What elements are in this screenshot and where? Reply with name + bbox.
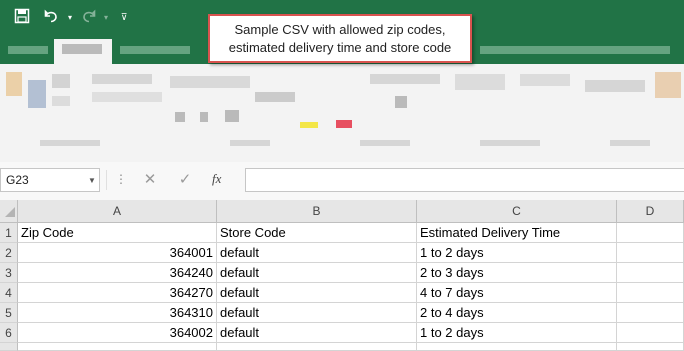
blurred-group-label bbox=[360, 140, 410, 146]
cell-c5[interactable]: 2 to 4 days bbox=[417, 303, 617, 323]
blurred-icon bbox=[52, 96, 70, 106]
blurred-icon bbox=[395, 96, 407, 108]
cell-d6[interactable] bbox=[617, 323, 684, 343]
divider bbox=[106, 170, 107, 190]
blurred-icon bbox=[336, 120, 352, 128]
column-header-b[interactable]: B bbox=[217, 200, 417, 223]
cell-c6[interactable]: 1 to 2 days bbox=[417, 323, 617, 343]
cell-b2[interactable]: default bbox=[217, 243, 417, 263]
cell-b6[interactable]: default bbox=[217, 323, 417, 343]
callout-line-2: estimated delivery time and store code bbox=[228, 40, 452, 55]
row-header[interactable]: 1 bbox=[0, 223, 18, 243]
blurred-icon bbox=[300, 122, 318, 128]
blurred-icon bbox=[370, 74, 440, 84]
blurred-icon bbox=[655, 72, 681, 98]
blurred-icon bbox=[52, 74, 70, 88]
row-header[interactable]: 6 bbox=[0, 323, 18, 343]
cell-b5[interactable]: default bbox=[217, 303, 417, 323]
row-header[interactable]: 4 bbox=[0, 283, 18, 303]
blurred-icon bbox=[92, 74, 152, 84]
callout-line-1: Sample CSV with allowed zip codes, bbox=[234, 22, 446, 37]
cell-d7[interactable] bbox=[617, 343, 684, 351]
blurred-icon bbox=[585, 80, 645, 92]
blurred-icon bbox=[255, 92, 295, 102]
redo-dropdown-icon[interactable]: ▾ bbox=[98, 10, 114, 26]
chevron-down-icon[interactable]: ▼ bbox=[88, 176, 96, 185]
cell-a4[interactable]: 364270 bbox=[18, 283, 217, 303]
cancel-icon[interactable]: ✕ bbox=[139, 170, 161, 190]
blurred-group-label bbox=[40, 140, 100, 146]
blurred-icon bbox=[28, 80, 46, 108]
blurred-tab bbox=[62, 44, 102, 54]
undo-icon[interactable] bbox=[44, 8, 60, 24]
blurred-group-label bbox=[610, 140, 650, 146]
blurred-icon bbox=[6, 72, 22, 96]
cell-c7[interactable] bbox=[417, 343, 617, 351]
cell-b4[interactable]: default bbox=[217, 283, 417, 303]
blurred-tab bbox=[480, 46, 670, 54]
blurred-icon bbox=[92, 92, 162, 102]
redo-icon[interactable] bbox=[80, 8, 96, 24]
blurred-tab bbox=[120, 46, 190, 54]
cell-c2[interactable]: 1 to 2 days bbox=[417, 243, 617, 263]
cell-b7[interactable] bbox=[217, 343, 417, 351]
cell-a2[interactable]: 364001 bbox=[18, 243, 217, 263]
blurred-icon bbox=[170, 76, 250, 88]
formula-input[interactable] bbox=[245, 168, 684, 192]
row-header[interactable]: 2 bbox=[0, 243, 18, 263]
column-header-a[interactable]: A bbox=[18, 200, 217, 223]
save-icon[interactable] bbox=[14, 8, 30, 24]
name-box[interactable]: G23 bbox=[0, 168, 100, 192]
insert-function-icon[interactable]: fx bbox=[212, 171, 221, 187]
blurred-icon bbox=[200, 112, 208, 122]
callout-annotation: Sample CSV with allowed zip codes, estim… bbox=[208, 14, 472, 63]
cell-d3[interactable] bbox=[617, 263, 684, 283]
cell-b3[interactable]: default bbox=[217, 263, 417, 283]
cell-c3[interactable]: 2 to 3 days bbox=[417, 263, 617, 283]
cell-b1[interactable]: Store Code bbox=[217, 223, 417, 243]
row-header[interactable]: 5 bbox=[0, 303, 18, 323]
cell-a3[interactable]: 364240 bbox=[18, 263, 217, 283]
blurred-icon bbox=[225, 110, 239, 122]
cell-d4[interactable] bbox=[617, 283, 684, 303]
cell-a5[interactable]: 364310 bbox=[18, 303, 217, 323]
enter-icon[interactable]: ✓ bbox=[174, 170, 196, 190]
blurred-icon bbox=[455, 74, 505, 90]
cell-a1[interactable]: Zip Code bbox=[18, 223, 217, 243]
customize-icon[interactable]: ⊽ bbox=[116, 9, 132, 25]
select-all-icon bbox=[5, 207, 15, 217]
cell-c1[interactable]: Estimated Delivery Time bbox=[417, 223, 617, 243]
blurred-group-label bbox=[230, 140, 270, 146]
cell-d2[interactable] bbox=[617, 243, 684, 263]
row-header[interactable]: 3 bbox=[0, 263, 18, 283]
cell-a7[interactable] bbox=[18, 343, 217, 351]
blurred-tab bbox=[8, 46, 48, 54]
cell-c4[interactable]: 4 to 7 days bbox=[417, 283, 617, 303]
blurred-icon bbox=[520, 74, 570, 86]
blurred-icon bbox=[175, 112, 185, 122]
column-header-d[interactable]: D bbox=[617, 200, 684, 223]
cell-d1[interactable] bbox=[617, 223, 684, 243]
cell-a6[interactable]: 364002 bbox=[18, 323, 217, 343]
row-header[interactable] bbox=[0, 343, 18, 351]
cell-d5[interactable] bbox=[617, 303, 684, 323]
blurred-group-label bbox=[480, 140, 540, 146]
more-icon[interactable]: ⋮ bbox=[115, 172, 127, 186]
undo-dropdown-icon[interactable]: ▾ bbox=[62, 10, 78, 26]
column-header-c[interactable]: C bbox=[417, 200, 617, 223]
